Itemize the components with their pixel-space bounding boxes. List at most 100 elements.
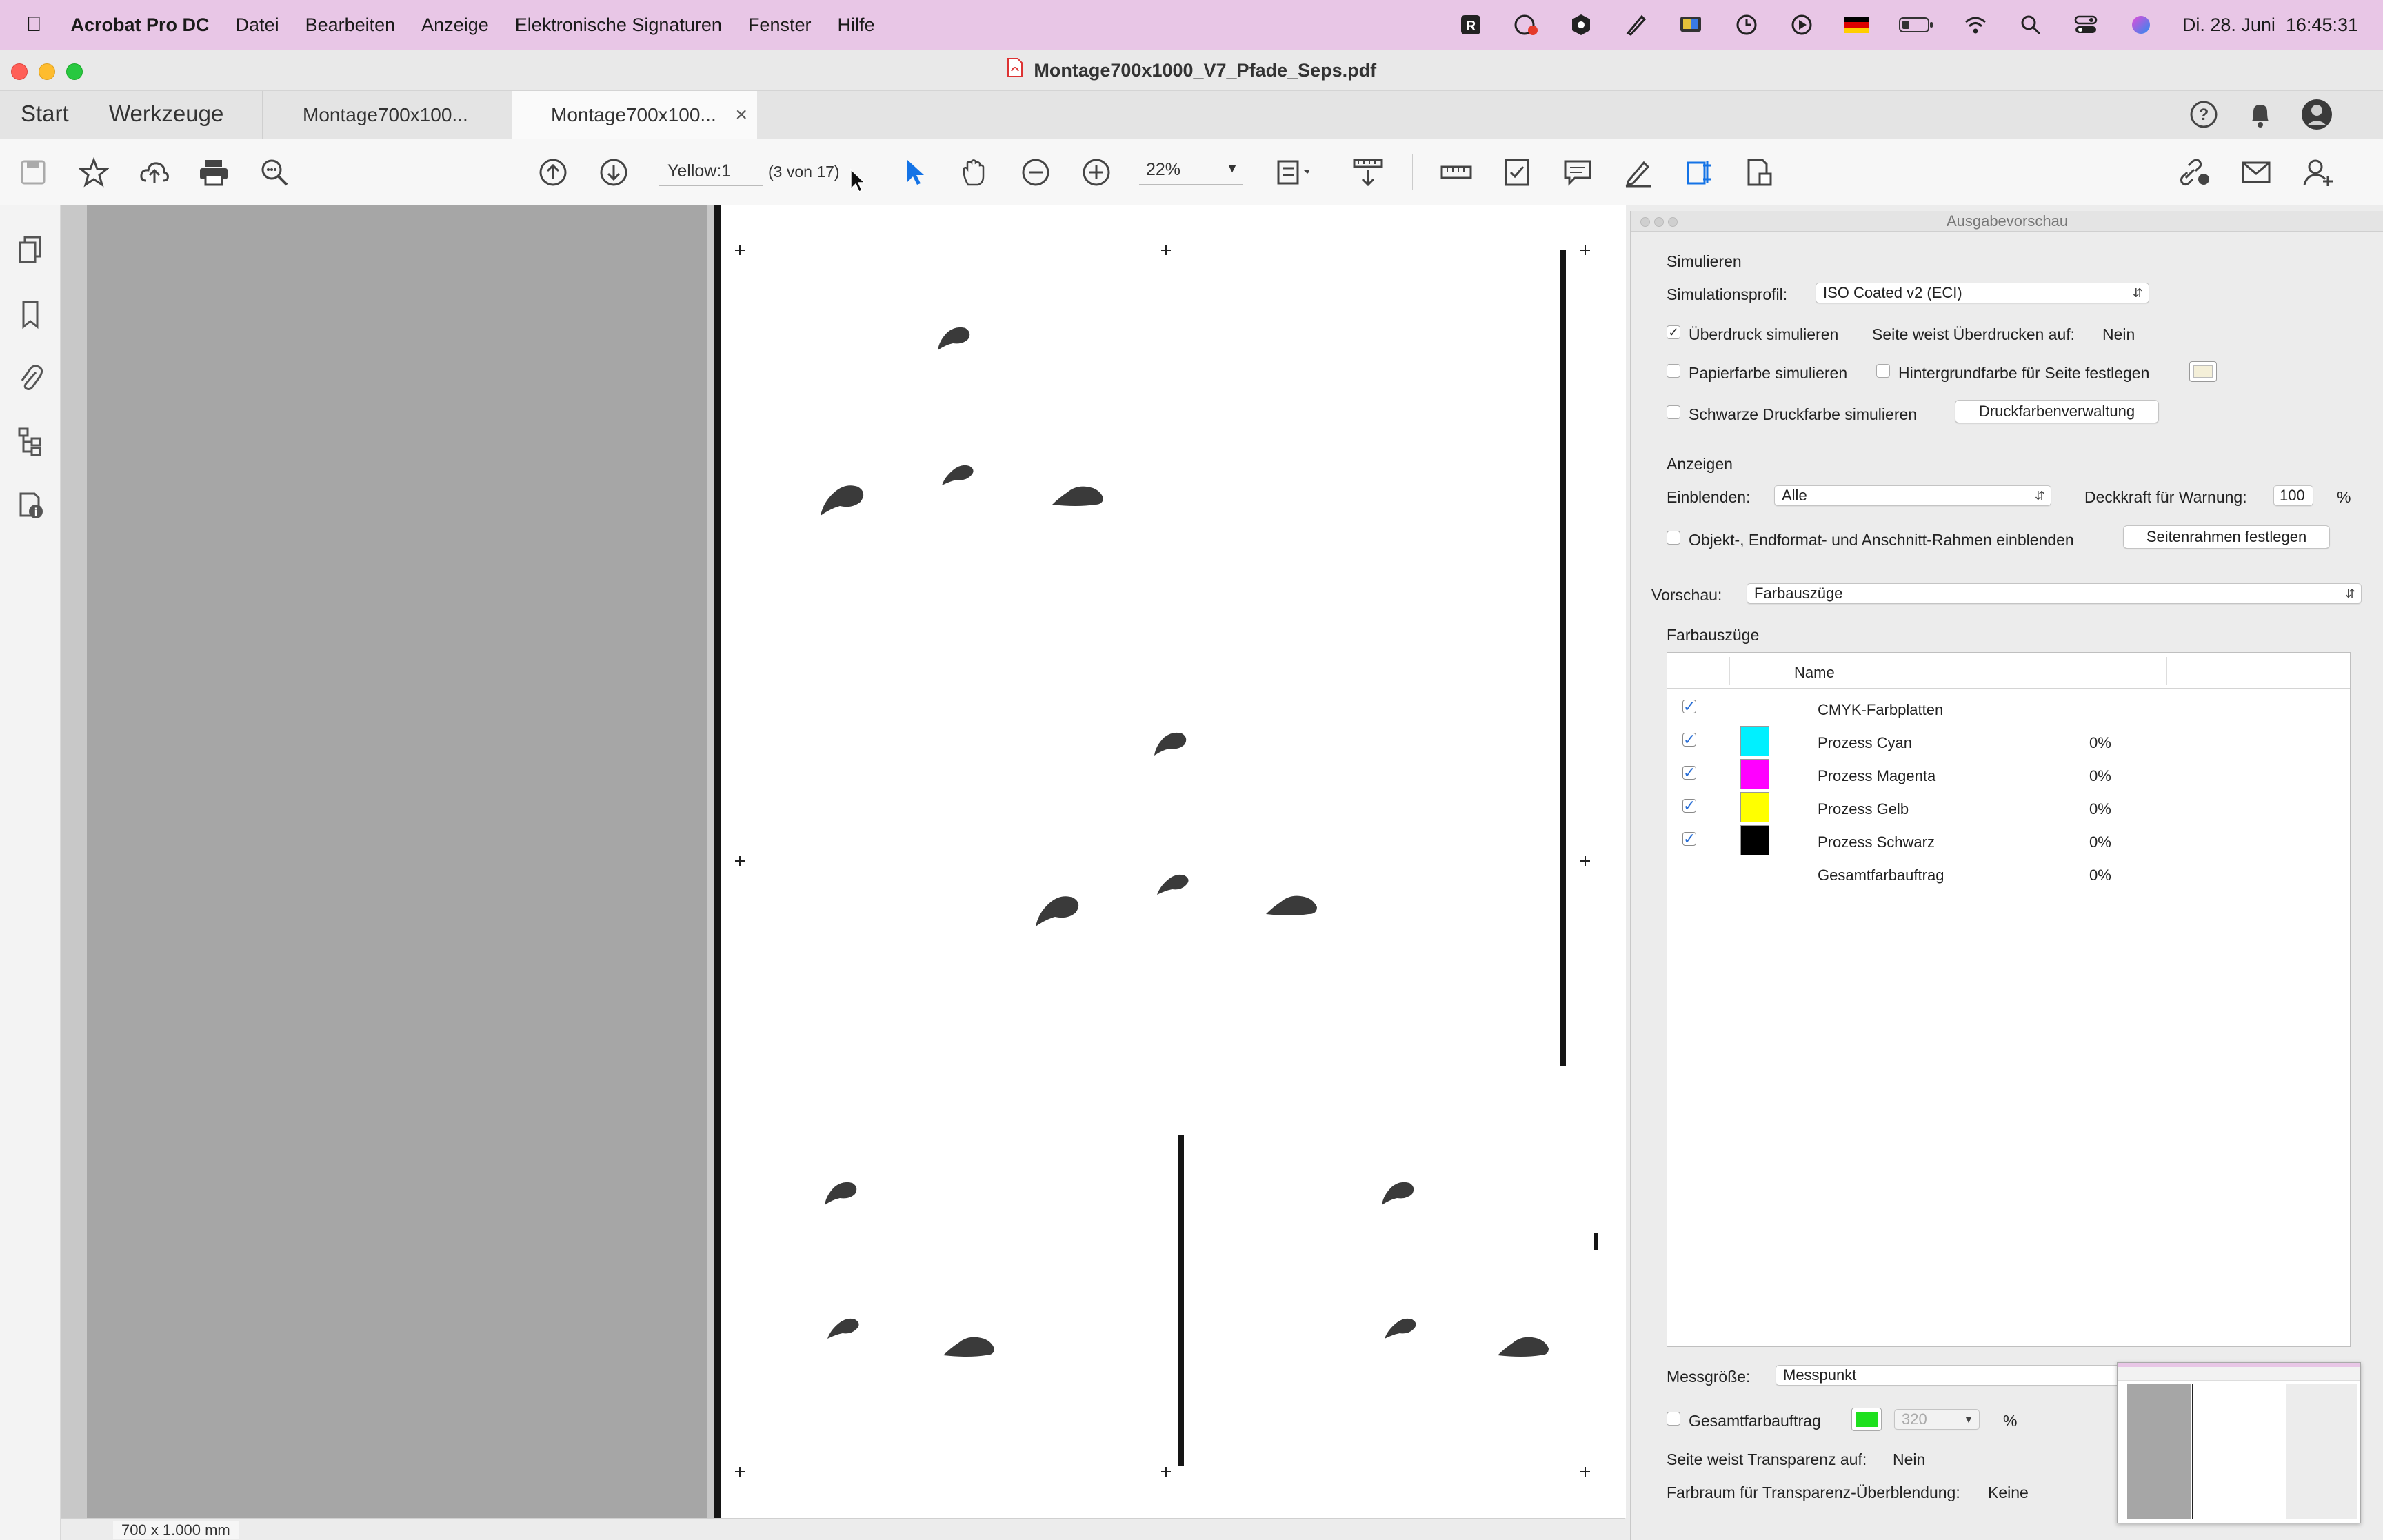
control-center-icon[interactable] [2072,11,2100,39]
highlight-pen-icon[interactable] [1622,156,1655,189]
separation-row-cmyk[interactable]: ✓ CMYK-Farbplatten [1667,691,2350,725]
simulation-profile-select[interactable]: ISO Coated v2 (ECI) ⇵ [1816,283,2149,303]
display-icon[interactable] [1678,11,1705,39]
bird-illustration [1385,1318,1416,1339]
measure-ruler-icon[interactable] [1440,156,1473,189]
separation-checkbox[interactable]: ✓ [1682,732,1696,747]
previous-page-icon[interactable] [536,156,570,189]
page-display-icon[interactable] [1276,156,1309,189]
show-select[interactable]: Alle ⇵ [1774,485,2051,506]
pen-icon[interactable] [1622,11,1650,39]
hand-tool-icon[interactable] [958,156,992,189]
flag-de-icon[interactable] [1843,11,1871,39]
black-ink-checkbox[interactable] [1667,405,1680,419]
separation-checkbox[interactable]: ✓ [1682,798,1696,813]
cloud-upload-icon[interactable] [138,156,171,189]
background-color-checkbox[interactable] [1876,364,1890,378]
mouse-cursor-icon [849,168,866,196]
overprint-checkbox[interactable]: ✓ [1667,325,1680,339]
page-frames-button[interactable]: Seitenrahmen festlegen [2123,525,2330,549]
search-icon[interactable] [2017,11,2044,39]
share-link-icon[interactable] [2179,156,2212,189]
page-number-input[interactable]: Yellow:1 [659,161,763,186]
search-zoom-icon[interactable] [258,156,291,189]
history-icon[interactable] [1733,11,1760,39]
avatar[interactable] [2300,98,2333,131]
preview-select[interactable]: Farbauszüge ⇵ [1747,583,2362,604]
warning-opacity-input[interactable]: 100 [2273,485,2313,506]
background-color-swatch[interactable] [2189,361,2217,382]
swatch-fill [1856,1412,1878,1427]
minimize-window-button[interactable] [39,63,55,80]
hex-icon[interactable] [1567,11,1595,39]
close-tab-icon[interactable]: × [735,91,747,139]
menu-datei[interactable]: Datei [236,14,279,36]
tab-werkzeuge[interactable]: Werkzeuge [109,91,223,139]
zoom-window-button[interactable] [66,63,83,80]
separation-checkbox[interactable]: ✓ [1682,831,1696,847]
notifications-bell-icon[interactable] [2244,98,2277,131]
menu-bearbeiten[interactable]: Bearbeiten [305,14,396,36]
layers-tree-icon[interactable] [14,425,47,458]
panel-zoom-button[interactable] [1668,217,1678,227]
total-coverage-color-swatch[interactable] [1851,1408,1882,1431]
total-coverage-value: 320 [1902,1410,1927,1428]
tab-document-1[interactable]: Montage700x100... [262,91,512,139]
total-coverage-input[interactable]: 320 ▼ [1894,1409,1980,1430]
separation-row-cyan[interactable]: ✓ Prozess Cyan 0% [1667,725,2350,758]
close-window-button[interactable] [11,63,28,80]
scroll-mode-icon[interactable] [1351,156,1385,189]
paper-color-checkbox[interactable] [1667,364,1680,378]
email-icon[interactable] [2240,156,2273,189]
gauge-icon[interactable] [1512,11,1540,39]
screenshot-thumbnail-preview[interactable] [2117,1362,2361,1523]
wifi-icon[interactable] [1962,11,1989,39]
separation-checkbox[interactable]: ✓ [1682,699,1696,714]
total-coverage-checkbox[interactable] [1667,1412,1680,1426]
clock[interactable]: Di. 28. Juni 16:45:31 [2182,14,2358,36]
menu-signaturen[interactable]: Elektronische Signaturen [515,14,722,36]
document-info-icon[interactable]: i [14,488,47,521]
fill-sign-icon[interactable] [1500,156,1534,189]
page-thumbnails-icon[interactable] [14,233,47,266]
separation-name: Prozess Cyan [1818,734,1912,751]
separation-value: 0% [2089,833,2111,851]
frames-checkbox[interactable] [1667,531,1680,545]
bookmarks-icon[interactable] [14,298,47,331]
help-icon[interactable]: ? [2187,98,2220,131]
separation-row-total[interactable]: Gesamtfarbauftrag 0% [1667,857,2350,890]
select-tool-icon[interactable] [899,156,932,189]
separation-row-black[interactable]: ✓ Prozess Schwarz 0% [1667,824,2350,857]
tab-document-2[interactable]: Montage700x100... × [512,91,757,139]
bookmark-star-icon[interactable] [77,156,110,189]
play-icon[interactable] [1788,11,1816,39]
print-production-icon[interactable] [1684,156,1717,189]
panel-close-button[interactable] [1640,217,1650,227]
print-icon[interactable] [197,156,230,189]
pdf-page-yellow-separation[interactable] [714,205,1626,1518]
zoom-out-icon[interactable] [1019,156,1052,189]
menu-fenster[interactable]: Fenster [748,14,812,36]
column-header-name[interactable]: Name [1794,664,1835,682]
preflight-icon[interactable] [1743,156,1776,189]
panel-minimize-button[interactable] [1654,217,1664,227]
apple-icon[interactable]:  [26,13,42,37]
separation-row-yellow[interactable]: ✓ Prozess Gelb 0% [1667,791,2350,824]
add-user-icon[interactable] [2302,156,2335,189]
save-icon[interactable] [17,156,50,189]
menu-anzeige[interactable]: Anzeige [421,14,489,36]
ink-manager-button[interactable]: Druckfarbenverwaltung [1955,400,2159,423]
measure-select[interactable]: Messpunkt [1776,1365,2162,1386]
menu-app[interactable]: Acrobat Pro DC [71,14,210,36]
tab-start[interactable]: Start [21,91,69,139]
next-page-icon[interactable] [597,156,630,189]
zoom-level-select[interactable]: 22% ▼ [1139,160,1243,185]
zoom-in-icon[interactable] [1080,156,1113,189]
separation-row-magenta[interactable]: ✓ Prozess Magenta 0% [1667,758,2350,791]
separation-checkbox[interactable]: ✓ [1682,765,1696,780]
menu-hilfe[interactable]: Hilfe [837,14,874,36]
siri-icon[interactable] [2127,11,2155,39]
ps-icon[interactable]: R [1457,11,1485,39]
attachments-paperclip-icon[interactable] [14,361,47,394]
comment-icon[interactable] [1561,156,1594,189]
